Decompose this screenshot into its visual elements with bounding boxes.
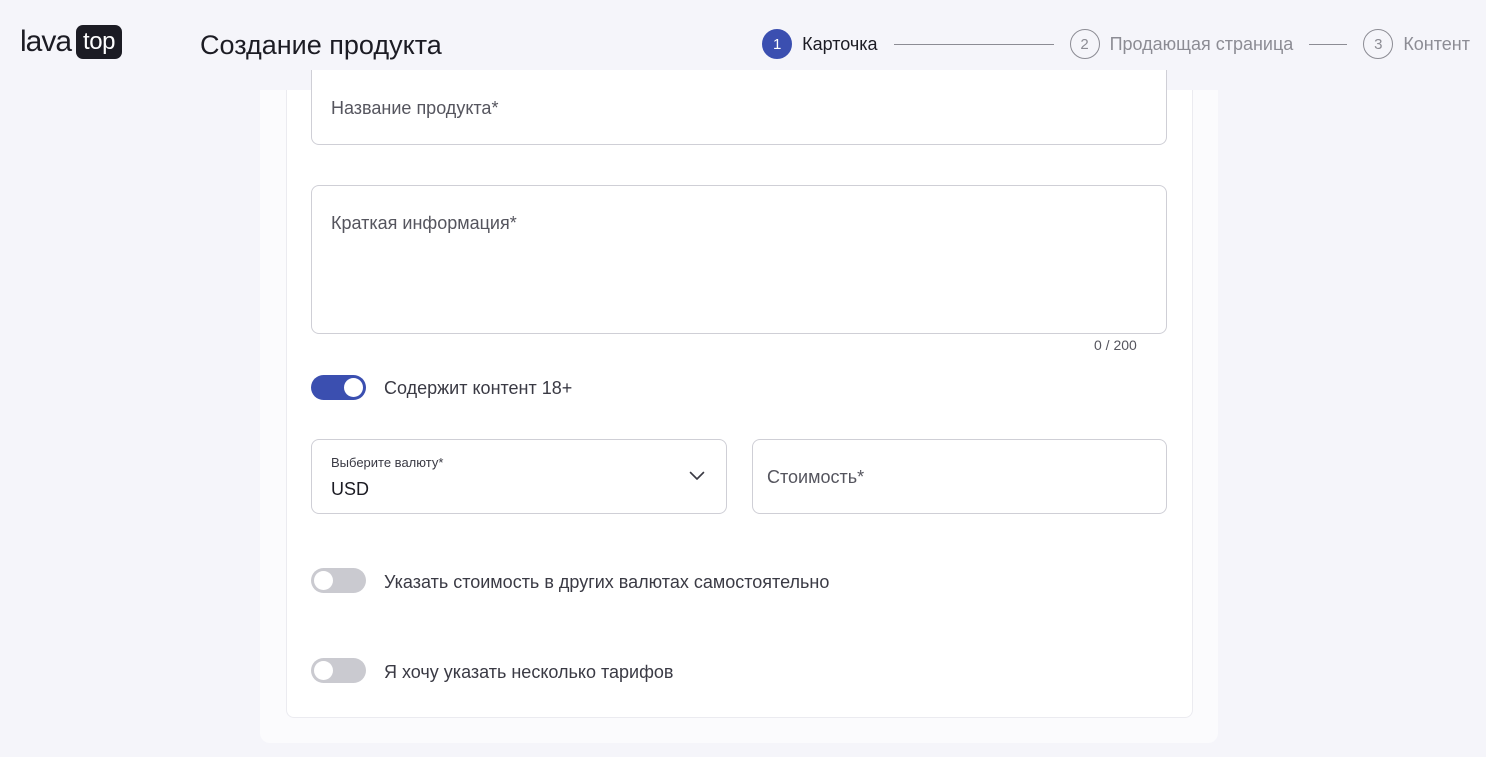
other-currencies-toggle[interactable] xyxy=(311,568,366,593)
step-label: Продающая страница xyxy=(1109,33,1294,54)
stepper: 1 Карточка 2 Продающая страница 3 Контен… xyxy=(762,29,1470,59)
toggle-knob xyxy=(314,661,333,680)
step-number: 1 xyxy=(762,29,793,59)
product-name-placeholder: Название продукта* xyxy=(331,98,499,118)
multiple-tariffs-toggle[interactable] xyxy=(311,658,366,683)
price-input[interactable]: Стоимость* xyxy=(752,439,1167,514)
other-currencies-label: Указать стоимость в других валютах самос… xyxy=(384,572,830,592)
lava-top-logo[interactable]: lava top xyxy=(20,24,122,60)
toggle-knob xyxy=(314,571,333,590)
adult-content-toggle[interactable] xyxy=(311,375,366,400)
currency-select-label: Выберите валюту* xyxy=(331,455,444,470)
logo-text-lava: lava xyxy=(20,25,72,58)
step-connector xyxy=(893,43,1054,45)
logo-text-top: top xyxy=(76,25,122,59)
step-number: 3 xyxy=(1363,29,1394,59)
short-info-textarea[interactable]: Краткая информация* xyxy=(311,185,1167,334)
step-number: 2 xyxy=(1069,29,1100,59)
char-counter: 0 / 200 xyxy=(1094,337,1137,353)
short-info-placeholder: Краткая информация* xyxy=(331,213,517,233)
page-title: Создание продукта xyxy=(200,30,442,60)
step-label: Карточка xyxy=(802,33,878,54)
step-card[interactable]: 1 Карточка xyxy=(762,29,878,59)
currency-select-value: USD xyxy=(331,479,370,499)
step-label: Контент xyxy=(1403,33,1470,54)
price-placeholder: Стоимость* xyxy=(767,467,865,487)
multiple-tariffs-label: Я хочу указать несколько тарифов xyxy=(384,662,674,682)
chevron-down-icon xyxy=(689,471,705,480)
product-name-input[interactable]: Название продукта* xyxy=(311,70,1167,145)
adult-content-label: Содержит контент 18+ xyxy=(384,378,573,398)
currency-select[interactable]: Выберите валюту* USD xyxy=(311,439,727,514)
step-connector xyxy=(1309,43,1348,45)
step-selling-page[interactable]: 2 Продающая страница xyxy=(1069,29,1294,59)
toggle-knob xyxy=(344,378,363,397)
step-content[interactable]: 3 Контент xyxy=(1363,29,1470,59)
